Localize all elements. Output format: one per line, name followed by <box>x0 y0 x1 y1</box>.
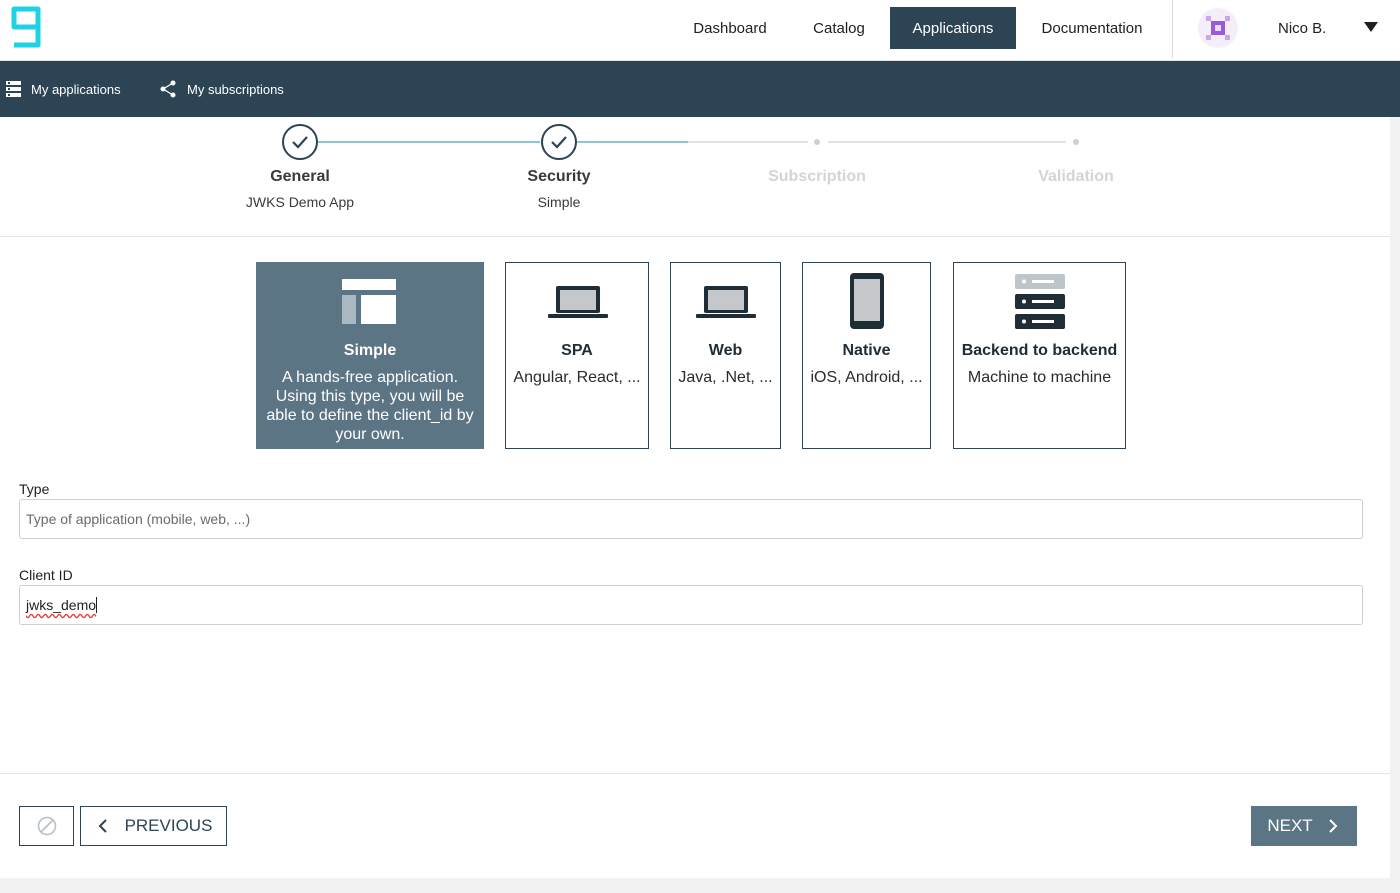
sub-navbar: My applications My subscriptions <box>0 61 1400 117</box>
avatar-pattern-icon <box>1206 16 1230 40</box>
nav-documentation[interactable]: Documentation <box>1030 7 1154 49</box>
next-label: NEXT <box>1267 816 1313 835</box>
gravitee-logo[interactable] <box>8 5 44 49</box>
laptop-icon <box>696 286 756 318</box>
step-general-subtitle: JWKS Demo App <box>245 194 355 210</box>
subnav-my-applications[interactable]: My applications <box>6 78 121 100</box>
app-type-description: Angular, React, ... <box>513 369 641 386</box>
nav-divider <box>1172 0 1173 58</box>
next-button[interactable]: NEXT <box>1251 806 1357 846</box>
server-icon <box>1015 274 1065 329</box>
app-type-card-web[interactable]: Web Java, .Net, ... <box>670 262 781 449</box>
step-general-title: General <box>270 168 330 185</box>
step-subscription-indicator <box>814 139 820 145</box>
step-validation-title: Validation <box>1038 168 1114 185</box>
app-type-title: SPA <box>561 342 593 359</box>
step-subscription-title: Subscription <box>768 168 866 185</box>
app-type-description: Java, .Net, ... <box>678 369 773 386</box>
server-icon <box>6 81 21 97</box>
previous-button[interactable]: PREVIOUS <box>80 806 227 846</box>
nav-applications[interactable]: Applications <box>890 7 1016 49</box>
app-type-card-backend[interactable]: Backend to backend Machine to machine <box>953 262 1126 449</box>
type-input[interactable] <box>19 499 1363 539</box>
app-type-description: A hands-free application. Using this typ… <box>266 369 474 443</box>
nav-catalog[interactable]: Catalog <box>800 7 878 49</box>
previous-label: PREVIOUS <box>124 816 213 835</box>
app-type-description: Machine to machine <box>967 369 1112 386</box>
app-type-title: Simple <box>343 342 397 359</box>
subnav-my-applications-label: My applications <box>31 81 121 97</box>
layout-icon <box>342 279 396 324</box>
step-security-indicator[interactable] <box>541 124 577 160</box>
client-id-input[interactable]: jwks_demo <box>19 585 1363 625</box>
page-gutter <box>1390 117 1400 878</box>
laptop-icon <box>548 286 608 318</box>
client-id-value: jwks_demo <box>26 597 97 613</box>
check-icon <box>551 136 567 149</box>
client-id-field-label: Client ID <box>19 567 73 583</box>
app-type-description: iOS, Android, ... <box>810 369 923 386</box>
subnav-my-subscriptions[interactable]: My subscriptions <box>160 78 284 100</box>
footer-divider <box>0 773 1390 774</box>
share-icon <box>160 80 176 98</box>
step-security-subtitle: Simple <box>537 194 581 210</box>
user-menu-chevron-down-icon[interactable] <box>1364 22 1378 32</box>
step-connector <box>688 141 808 143</box>
app-type-card-simple[interactable]: Simple A hands-free application. Using t… <box>256 262 484 449</box>
app-type-title: Backend to backend <box>961 342 1118 359</box>
step-connector <box>577 141 688 143</box>
step-security-title: Security <box>527 168 591 185</box>
check-icon <box>292 136 308 149</box>
step-connector <box>828 141 1066 143</box>
avatar[interactable] <box>1198 8 1238 48</box>
app-type-card-spa[interactable]: SPA Angular, React, ... <box>505 262 649 449</box>
top-navbar: Dashboard Catalog Applications Documenta… <box>0 0 1400 61</box>
phone-icon <box>850 273 884 329</box>
chevron-right-icon <box>1328 819 1338 833</box>
app-type-title: Web <box>708 342 743 359</box>
chevron-left-icon <box>98 819 107 833</box>
app-type-title: Native <box>842 342 891 359</box>
wizard-stepper: General JWKS Demo App Security Simple Su… <box>0 117 1390 237</box>
step-connector <box>318 141 540 143</box>
type-field-label: Type <box>19 481 50 497</box>
app-type-card-native[interactable]: Native iOS, Android, ... <box>802 262 931 449</box>
page-bottom-gutter <box>0 878 1400 893</box>
cancel-icon <box>37 816 56 836</box>
step-general-indicator[interactable] <box>282 124 318 160</box>
subnav-my-subscriptions-label: My subscriptions <box>187 81 284 97</box>
text-cursor <box>96 597 98 613</box>
user-name[interactable]: Nico B. <box>1278 20 1326 37</box>
cancel-button[interactable] <box>19 806 74 846</box>
nav-dashboard[interactable]: Dashboard <box>680 7 780 49</box>
step-validation-indicator <box>1073 139 1079 145</box>
